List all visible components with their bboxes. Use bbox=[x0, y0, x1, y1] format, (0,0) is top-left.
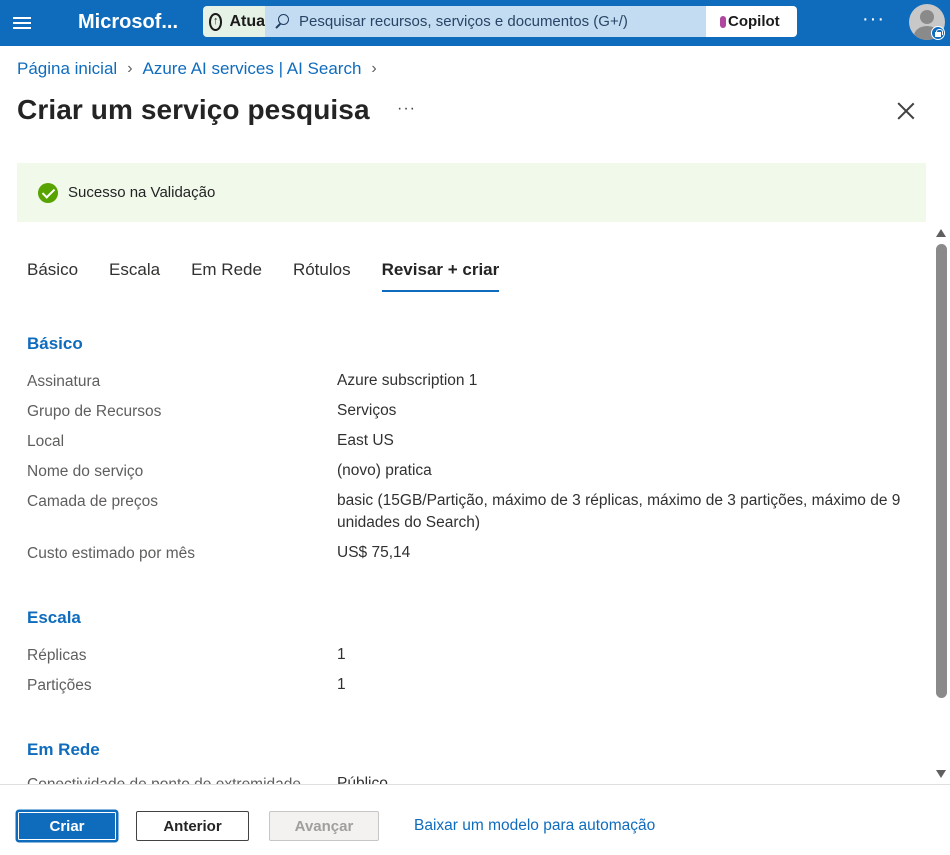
create-button[interactable]: Criar bbox=[17, 811, 117, 841]
scroll-down-arrow-icon[interactable] bbox=[936, 770, 946, 778]
more-options-icon[interactable]: ··· bbox=[397, 100, 416, 118]
section-title-escala: Escala bbox=[27, 608, 81, 627]
more-options-icon[interactable]: ··· bbox=[862, 8, 885, 31]
search-icon bbox=[273, 13, 291, 31]
lock-icon bbox=[931, 26, 945, 40]
scrollbar-thumb[interactable] bbox=[936, 244, 947, 698]
copilot-button[interactable]: Copilot bbox=[706, 6, 797, 37]
row-value: US$ 75,14 bbox=[337, 544, 411, 561]
global-search[interactable] bbox=[265, 6, 718, 37]
previous-button[interactable]: Anterior bbox=[136, 811, 249, 841]
section-title-basico: Básico bbox=[27, 334, 83, 353]
row-label: Local bbox=[27, 433, 65, 450]
arrow-up-circle-icon: ↑ bbox=[209, 12, 223, 31]
row-label: Grupo de Recursos bbox=[27, 403, 162, 420]
footer-bar: Criar Anterior Avançar Baixar um modelo … bbox=[0, 784, 950, 855]
tab-em-rede[interactable]: Em Rede bbox=[191, 260, 262, 292]
tab-basico[interactable]: Básico bbox=[27, 260, 78, 292]
breadcrumb-ai-search[interactable]: Azure AI services | AI Search bbox=[143, 59, 362, 79]
row-value: Azure subscription 1 bbox=[337, 372, 478, 389]
review-content[interactable]: Básico Assinatura Azure subscription 1 G… bbox=[0, 300, 933, 784]
update-label: Atua bbox=[229, 12, 265, 30]
row-label: Réplicas bbox=[27, 647, 87, 664]
update-button[interactable]: ↑ Atua bbox=[203, 6, 265, 37]
close-icon[interactable] bbox=[896, 101, 916, 121]
validation-message: Sucesso na Validação bbox=[68, 184, 216, 201]
row-value: Público bbox=[337, 775, 388, 784]
tab-revisar-criar[interactable]: Revisar + criar bbox=[381, 260, 500, 292]
row-value: East US bbox=[337, 432, 394, 449]
row-label: Camada de preços bbox=[27, 493, 158, 510]
breadcrumb: Página inicial › Azure AI services | AI … bbox=[17, 59, 387, 79]
section-title-em-rede: Em Rede bbox=[27, 740, 100, 759]
row-label: Custo estimado por mês bbox=[27, 545, 195, 562]
scroll-up-arrow-icon[interactable] bbox=[936, 229, 946, 237]
top-bar: Microsof... ↑ Atua Copilot ··· bbox=[0, 0, 950, 46]
chevron-right-icon: › bbox=[371, 60, 377, 77]
row-value: basic (15GB/Partição, máximo de 3 réplic… bbox=[337, 492, 901, 531]
menu-icon[interactable] bbox=[10, 11, 34, 35]
wizard-tabs: Básico Escala Em Rede Rótulos Revisar + … bbox=[27, 260, 500, 292]
search-input[interactable] bbox=[299, 13, 709, 30]
chevron-right-icon: › bbox=[127, 60, 133, 77]
row-value: 1 bbox=[337, 646, 346, 663]
download-template-link[interactable]: Baixar um modelo para automação bbox=[414, 817, 655, 835]
row-label: Partições bbox=[27, 677, 92, 694]
scrollbar[interactable] bbox=[933, 224, 950, 784]
row-label: Conectividade de ponto de extremidade bbox=[27, 776, 301, 784]
copilot-icon bbox=[720, 15, 726, 28]
validation-banner: Sucesso na Validação bbox=[17, 163, 926, 222]
row-label: Nome do serviço bbox=[27, 463, 144, 480]
row-value: Serviços bbox=[337, 402, 397, 419]
breadcrumb-home[interactable]: Página inicial bbox=[17, 59, 117, 79]
row-value: 1 bbox=[337, 676, 346, 693]
row-label: Assinatura bbox=[27, 373, 101, 390]
brand-name[interactable]: Microsof... bbox=[78, 11, 178, 34]
row-value: (novo) pratica bbox=[337, 462, 432, 479]
success-check-icon bbox=[38, 182, 58, 203]
tab-rotulos[interactable]: Rótulos bbox=[293, 260, 351, 292]
copilot-label: Copilot bbox=[728, 13, 780, 30]
page-title: Criar um serviço pesquisa bbox=[17, 94, 370, 125]
tab-escala[interactable]: Escala bbox=[109, 260, 160, 292]
next-button: Avançar bbox=[269, 811, 379, 841]
